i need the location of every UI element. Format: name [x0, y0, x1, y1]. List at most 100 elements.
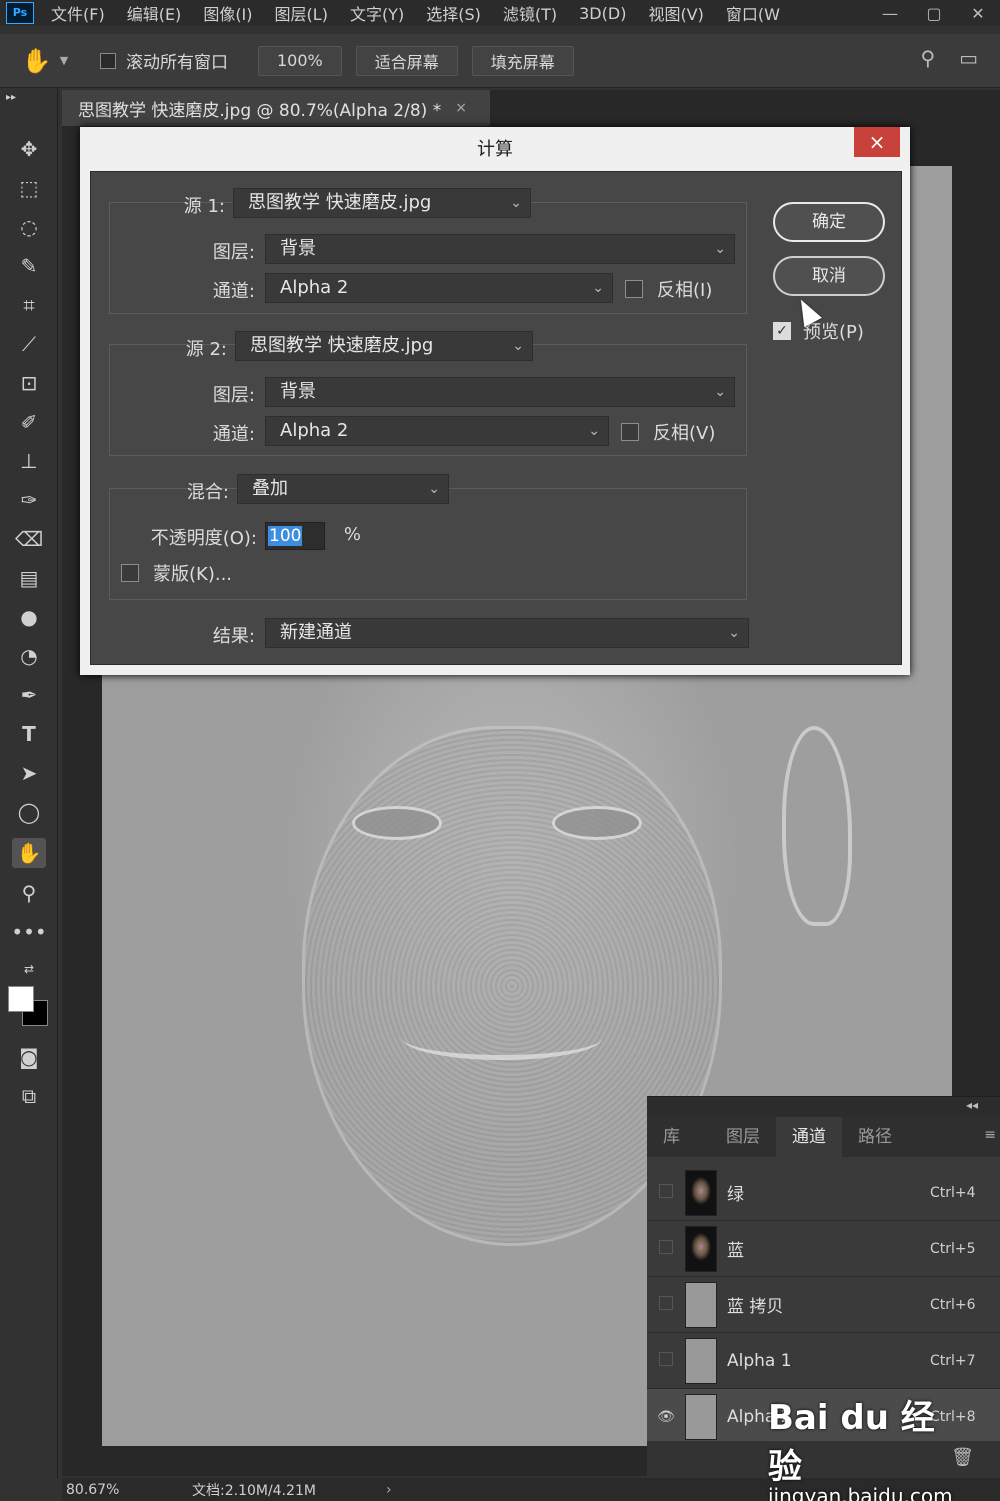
source1-select[interactable]: 思图教学 快速磨皮.jpg ⌄ — [233, 188, 531, 218]
visibility-toggle[interactable] — [647, 1351, 685, 1370]
menu-window[interactable]: 窗口(W — [726, 1, 780, 25]
quick-mask-icon[interactable]: ◙ — [12, 1042, 46, 1072]
zoom-100-button[interactable]: 100% — [258, 45, 342, 76]
minimize-icon[interactable]: — — [868, 0, 912, 26]
tab-libraries[interactable]: 库 — [647, 1117, 696, 1157]
hidden-eye-icon[interactable] — [659, 1239, 673, 1254]
menu-3d[interactable]: 3D(D) — [579, 4, 626, 23]
tab-channels[interactable]: 通道 — [776, 1117, 842, 1157]
hidden-eye-icon[interactable] — [659, 1183, 673, 1198]
source2-layer-select[interactable]: 背景 ⌄ — [265, 377, 735, 407]
menu-image[interactable]: 图像(I) — [203, 1, 252, 25]
source2-channel-select[interactable]: Alpha 2 ⌄ — [265, 416, 609, 446]
status-expand-icon[interactable]: › — [386, 1482, 392, 1498]
blur-tool-icon[interactable]: ● — [12, 602, 46, 632]
visibility-toggle[interactable]: 👁 — [647, 1409, 685, 1425]
channel-thumbnail — [685, 1281, 717, 1328]
workspace-icon[interactable]: ▭ — [959, 46, 978, 70]
more-tools-icon[interactable]: ••• — [11, 917, 46, 947]
close-icon[interactable]: × — [455, 100, 467, 116]
screen-mode-icon[interactable]: ⧉ — [12, 1081, 46, 1111]
move-tool-icon[interactable]: ✥ — [12, 134, 46, 164]
channel-row-green[interactable]: 绿 Ctrl+4 — [647, 1165, 1000, 1221]
ok-button[interactable]: 确定 — [773, 202, 885, 242]
panel-top-strip: ◂◂ — [647, 1097, 1000, 1117]
menu-filter[interactable]: 滤镜(T) — [503, 1, 557, 25]
dialog-body: 源 1: 思图教学 快速磨皮.jpg ⌄ 图层: 背景 ⌄ 通道: Alpha … — [90, 171, 902, 665]
menu-edit[interactable]: 编辑(E) — [127, 1, 182, 25]
checkbox-box[interactable] — [100, 52, 116, 69]
collapse-panel-icon[interactable]: ◂◂ — [966, 1098, 978, 1112]
checkbox-box[interactable] — [121, 564, 139, 582]
search-icon[interactable]: ⚲ — [920, 46, 935, 70]
document-tab[interactable]: 思图教学 快速磨皮.jpg @ 80.7%(Alpha 2/8) * × — [62, 90, 490, 126]
menu-type[interactable]: 文字(Y) — [350, 1, 404, 25]
preview-checkbox[interactable]: ✓ 预览(P) — [773, 318, 864, 344]
hidden-eye-icon[interactable] — [659, 1351, 673, 1366]
hand-tool-icon[interactable]: ✋ — [12, 838, 46, 868]
channel-row-alpha1[interactable]: Alpha 1 Ctrl+7 — [647, 1333, 1000, 1389]
cancel-button[interactable]: 取消 — [773, 256, 885, 296]
channel-name: 绿 — [727, 1185, 744, 1205]
result-select[interactable]: 新建通道 ⌄ — [265, 618, 749, 648]
shape-tool-icon[interactable]: ◯ — [12, 797, 46, 827]
zoom-readout[interactable]: 80.67% — [62, 1482, 182, 1498]
visibility-toggle[interactable] — [647, 1295, 685, 1314]
blend-mode-select[interactable]: 叠加 ⌄ — [237, 474, 449, 504]
lasso-tool-icon[interactable]: ◌ — [12, 212, 46, 242]
stamp-tool-icon[interactable]: ⊥ — [12, 446, 46, 476]
visibility-toggle[interactable] — [647, 1183, 685, 1202]
hand-tool-preset[interactable]: ✋ ▼ — [0, 47, 90, 75]
pen-tool-icon[interactable]: ✒ — [12, 680, 46, 710]
crop-tool-icon[interactable]: ⌗ — [12, 290, 46, 320]
history-brush-tool-icon[interactable]: ✑ — [12, 485, 46, 515]
tab-paths[interactable]: 路径 — [842, 1117, 908, 1157]
source2-invert-checkbox[interactable]: 反相(V) — [621, 419, 715, 445]
swap-colors-icon[interactable]: ⇄ — [12, 954, 46, 984]
healing-tool-icon[interactable]: ⊡ — [12, 368, 46, 398]
checkbox-box[interactable] — [621, 423, 639, 441]
menu-layer[interactable]: 图层(L) — [275, 1, 328, 25]
path-select-tool-icon[interactable]: ➤ — [12, 758, 46, 788]
menu-select[interactable]: 选择(S) — [426, 1, 481, 25]
eye-icon[interactable]: 👁 — [657, 1409, 675, 1425]
channel-row-blue-copy[interactable]: 蓝 拷贝 Ctrl+6 — [647, 1277, 1000, 1333]
marquee-tool-icon[interactable]: ⬚ — [12, 173, 46, 203]
maximize-icon[interactable]: ▢ — [912, 0, 956, 26]
panel-menu-icon[interactable]: ≡ — [984, 1127, 996, 1143]
close-window-icon[interactable]: ✕ — [956, 0, 1000, 26]
source1-label: 源 1: — [183, 196, 225, 217]
doc-size-readout: 文档:2.10M/4.21M — [192, 1482, 316, 1499]
scroll-all-label: 滚动所有窗口 — [126, 53, 228, 73]
opacity-input[interactable]: 100 — [265, 522, 325, 550]
dodge-tool-icon[interactable]: ◔ — [12, 641, 46, 671]
brush-tool-icon[interactable]: ✐ — [12, 407, 46, 437]
source1-layer-select[interactable]: 背景 ⌄ — [265, 234, 735, 264]
visibility-toggle[interactable] — [647, 1239, 685, 1258]
source1-invert-checkbox[interactable]: 反相(I) — [625, 276, 712, 302]
menu-view[interactable]: 视图(V) — [648, 1, 703, 25]
source1-invert-label: 反相(I) — [657, 280, 713, 301]
eraser-tool-icon[interactable]: ⌫ — [12, 524, 46, 554]
menu-file[interactable]: 文件(F) — [51, 1, 105, 25]
tab-layers[interactable]: 图层 — [710, 1117, 776, 1157]
scroll-all-windows-checkbox[interactable]: 滚动所有窗口 — [100, 48, 228, 73]
hidden-eye-icon[interactable] — [659, 1295, 673, 1310]
source1-channel-select[interactable]: Alpha 2 ⌄ — [265, 273, 613, 303]
type-tool-icon[interactable]: T — [12, 719, 46, 749]
eyedropper-tool-icon[interactable]: ⟋ — [12, 329, 46, 359]
fill-screen-button[interactable]: 填充屏幕 — [471, 45, 574, 76]
check-icon[interactable]: ✓ — [773, 322, 791, 340]
chevron-down-icon: ⌄ — [512, 338, 524, 354]
expand-toolbar-icon[interactable]: ▸▸ — [6, 90, 40, 104]
source2-select[interactable]: 思图教学 快速磨皮.jpg ⌄ — [235, 331, 533, 361]
dialog-close-icon[interactable]: × — [854, 127, 900, 157]
checkbox-box[interactable] — [625, 280, 643, 298]
mask-checkbox[interactable]: 蒙版(K)... — [121, 560, 232, 586]
foreground-color-swatch[interactable] — [8, 986, 34, 1012]
gradient-tool-icon[interactable]: ▤ — [12, 563, 46, 593]
channel-row-blue[interactable]: 蓝 Ctrl+5 — [647, 1221, 1000, 1277]
quick-select-tool-icon[interactable]: ✎ — [12, 251, 46, 281]
zoom-tool-icon[interactable]: ⚲ — [12, 878, 46, 908]
fit-screen-button[interactable]: 适合屏幕 — [355, 45, 458, 76]
